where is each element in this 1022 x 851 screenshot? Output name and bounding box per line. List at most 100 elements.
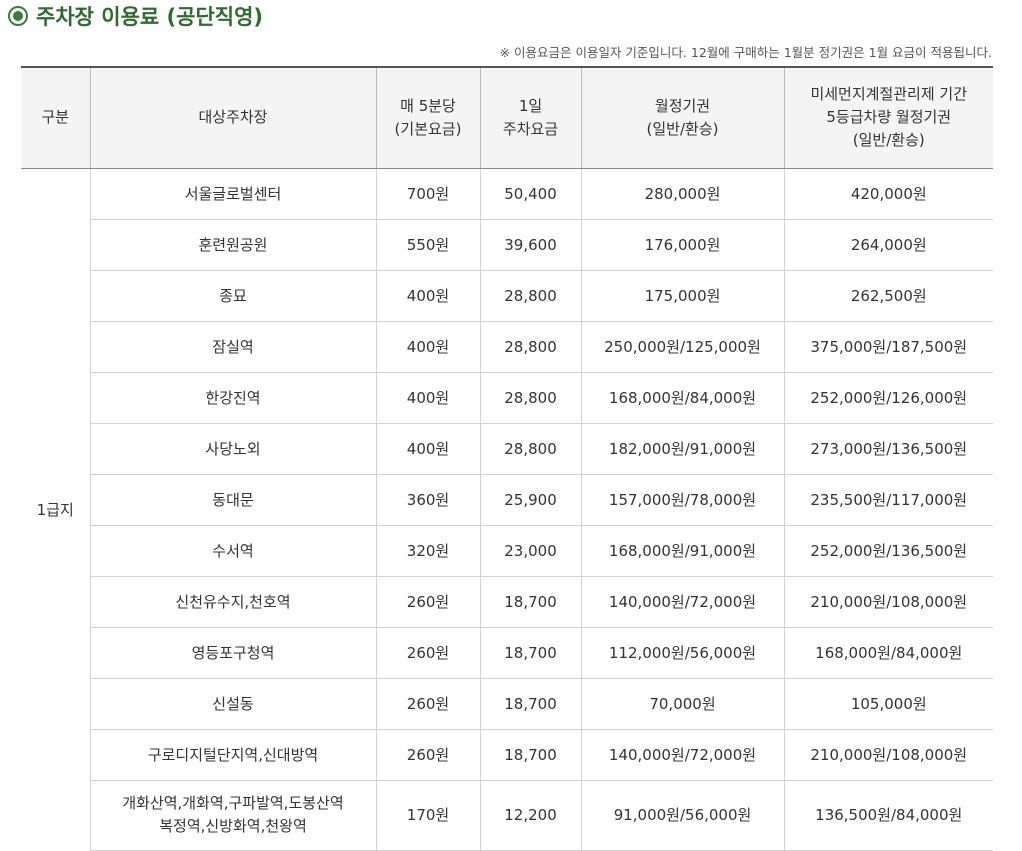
dust-monthly-pass-cell: 252,000원/126,000원 — [783, 372, 993, 424]
fee-5min-cell: 260원 — [375, 729, 480, 781]
table-row: 종묘 400원 28,800 175,000원 262,500원 — [21, 270, 993, 322]
daily-fee-cell: 18,700 — [479, 627, 581, 679]
monthly-pass-cell: 182,000원/91,000원 — [580, 423, 784, 475]
grade-cell: 1급지 — [36, 500, 74, 519]
section-header: 주차장 이용료 (공단직영) — [8, 0, 263, 32]
daily-fee-cell: 18,700 — [479, 678, 581, 730]
lot-name: 신천유수지,천호역 — [175, 593, 291, 611]
header-text: (일반/환승) — [646, 119, 719, 138]
fee-5min-cell: 700원 — [375, 168, 480, 220]
fee-5min-cell: 170원 — [375, 780, 480, 851]
header-text: 구분 — [41, 108, 70, 127]
table-row: 신천유수지,천호역 260원 18,700 140,000원/72,000원 210,0… — [21, 576, 993, 628]
lot-name-cell: 훈련원공원 — [89, 219, 376, 271]
header-text: (일반/환승) — [852, 131, 925, 150]
header-text: 월정기권 — [654, 96, 711, 115]
table-body: 1급지 서울글로벌센터 700원 50,400 280,000원 420,000원 훈련원공… — [21, 168, 993, 851]
header-text: 미세먼지계절관리제 기간 — [810, 85, 968, 104]
fee-5min-cell: 320원 — [375, 525, 480, 577]
daily-fee-cell: 18,700 — [479, 576, 581, 628]
dust-monthly-pass-cell: 264,000원 — [783, 219, 993, 271]
fee-5min-cell: 260원 — [375, 627, 480, 679]
fee-5min-cell: 400원 — [375, 372, 480, 424]
table-row: 1급지 서울글로벌센터 700원 50,400 280,000원 420,000원 — [21, 168, 993, 519]
daily-fee-cell: 28,800 — [479, 372, 581, 424]
daily-fee-cell: 39,600 — [479, 219, 581, 271]
table-row: 신설동 260원 18,700 70,000원 105,000원 — [21, 678, 993, 730]
lot-name-cell: 수서역 — [89, 525, 376, 577]
lot-name-cell: 신설동 — [89, 678, 376, 730]
header-text: 주차요금 — [502, 119, 559, 138]
header-text: 5등급차량 월정기권 — [826, 108, 952, 127]
daily-fee-cell: 23,000 — [479, 525, 581, 577]
lot-name: 수서역 — [212, 542, 254, 560]
lot-name-cell: 한강진역 — [89, 372, 376, 424]
lot-name-cell: 동대문 — [89, 474, 376, 526]
table-row: 개화산역,개화역,구파발역,도봉산역 복정역,신방화역,천왕역 170원 12,200… — [21, 780, 993, 851]
dust-monthly-pass-cell: 105,000원 — [783, 678, 993, 730]
dust-monthly-pass-cell: 252,000원/136,500원 — [783, 525, 993, 577]
daily-fee-cell: 28,800 — [479, 321, 581, 373]
dust-monthly-pass-cell: 210,000원/108,000원 — [783, 729, 993, 781]
lot-name-cell: 잠실역 — [89, 321, 376, 373]
lot-name: 훈련원공원 — [198, 236, 268, 254]
dust-monthly-pass-cell: 420,000원 — [783, 168, 993, 220]
table-row: 구로디지털단지역,신대방역 260원 18,700 140,000원/72,000원 2… — [21, 729, 993, 781]
fee-5min-cell: 400원 — [375, 321, 480, 373]
header-text: (기본요금) — [394, 119, 462, 138]
table-row: 한강진역 400원 28,800 168,000원/84,000원 252,000원/1… — [21, 372, 993, 424]
monthly-pass-cell: 168,000원/84,000원 — [580, 372, 784, 424]
monthly-pass-cell: 140,000원/72,000원 — [580, 729, 784, 781]
table-row: 동대문 360원 25,900 157,000원/78,000원 235,500원/11… — [21, 474, 993, 526]
lot-name-cell: 사당노외 — [89, 423, 376, 475]
lot-name: 사당노외 — [205, 440, 261, 458]
fee-5min-cell: 260원 — [375, 576, 480, 628]
fee-5min-cell: 360원 — [375, 474, 480, 526]
table-row: 수서역 320원 23,000 168,000원/91,000원 252,000원/13… — [21, 525, 993, 577]
header-lot: 대상주차장 — [89, 66, 376, 169]
monthly-pass-cell: 175,000원 — [580, 270, 784, 322]
daily-fee-cell: 28,800 — [479, 270, 581, 322]
lot-name-cell: 개화산역,개화역,구파발역,도봉산역 복정역,신방화역,천왕역 — [89, 780, 376, 851]
monthly-pass-cell: 70,000원 — [580, 678, 784, 730]
lot-name: 영등포구청역 — [191, 644, 275, 662]
monthly-pass-cell: 112,000원/56,000원 — [580, 627, 784, 679]
monthly-pass-cell: 140,000원/72,000원 — [580, 576, 784, 628]
daily-fee-cell: 50,400 — [479, 168, 581, 220]
dust-monthly-pass-cell: 136,500원/84,000원 — [783, 780, 993, 851]
header-row: 구분 대상주차장 매 5분당 (기본요금) 1일주차요금 월정기권 (일반/환승) 미세먼지계… — [21, 66, 993, 169]
lot-name-cell: 신천유수지,천호역 — [89, 576, 376, 628]
fee-5min-cell: 400원 — [375, 270, 480, 322]
monthly-pass-cell: 157,000원/78,000원 — [580, 474, 784, 526]
dust-monthly-pass-cell: 375,000원/187,500원 — [783, 321, 993, 373]
dust-monthly-pass-cell: 168,000원/84,000원 — [783, 627, 993, 679]
dust-monthly-pass-cell: 235,500원/117,000원 — [783, 474, 993, 526]
header-fee-5min: 매 5분당 (기본요금) — [375, 66, 480, 169]
lot-name-cell: 종묘 — [89, 270, 376, 322]
lot-name: 종묘 — [219, 287, 247, 305]
daily-fee-cell: 25,900 — [479, 474, 581, 526]
daily-fee-cell: 28,800 — [479, 423, 581, 475]
header-category: 구분 — [21, 66, 90, 169]
monthly-pass-cell: 168,000원/91,000원 — [580, 525, 784, 577]
monthly-pass-cell: 176,000원 — [580, 219, 784, 271]
parking-fee-table: 구분 대상주차장 매 5분당 (기본요금) 1일주차요금 월정기권 (일반/환승) 미세먼지계… — [21, 66, 993, 851]
fee-5min-cell: 400원 — [375, 423, 480, 475]
lot-name: 신설동 — [212, 695, 254, 713]
table-row: 잠실역 400원 28,800 250,000원/125,000원 375,000원/1… — [21, 321, 993, 373]
header-text: 1일 — [518, 96, 543, 115]
header-monthly: 월정기권 (일반/환승) — [580, 66, 784, 169]
page-title: 주차장 이용료 (공단직영) — [36, 5, 264, 29]
fee-note: ※ 이용요금은 이용일자 기준입니다. 12월에 구매하는 1월분 정기권은 1… — [499, 45, 992, 60]
lot-name-cell: 서울글로벌센터 — [89, 168, 376, 220]
bullet-icon — [8, 6, 28, 26]
fee-5min-cell: 550원 — [375, 219, 480, 271]
lot-name: 잠실역 — [212, 338, 254, 356]
lot-name-cell: 영등포구청역 — [89, 627, 376, 679]
lot-name: 개화산역,개화역,구파발역,도봉산역 — [122, 794, 344, 812]
monthly-pass-cell: 91,000원/56,000원 — [580, 780, 784, 851]
table-row: 사당노외 400원 28,800 182,000원/91,000원 273,000원/1… — [21, 423, 993, 475]
monthly-pass-cell: 250,000원/125,000원 — [580, 321, 784, 373]
header-text: 매 5분당 — [400, 96, 456, 115]
table-row: 훈련원공원 550원 39,600 176,000원 264,000원 — [21, 219, 993, 271]
